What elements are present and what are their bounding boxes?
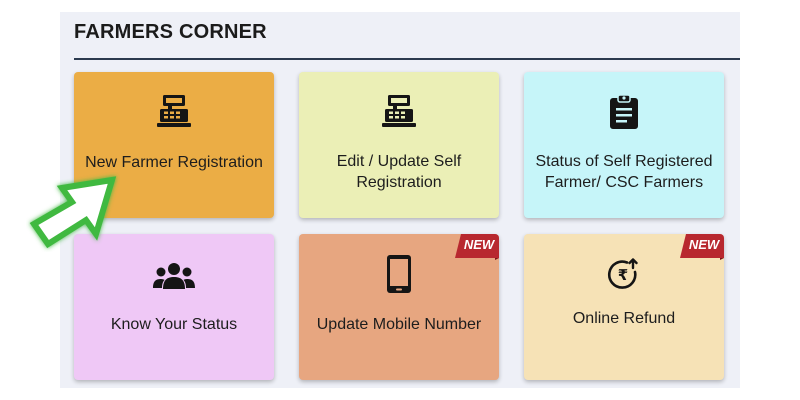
- tile-edit-update-self-registration[interactable]: Edit / Update Self Registration: [299, 72, 499, 218]
- new-badge-label: NEW: [688, 237, 720, 252]
- farmers-corner-panel: FARMERS CORNER New Farmer Registration E…: [60, 12, 740, 388]
- tile-label: Know Your Status: [110, 316, 238, 333]
- tile-status-self-registered[interactable]: Status of Self Registered Farmer/ CSC Fa…: [524, 72, 724, 218]
- users-icon: [74, 262, 274, 290]
- tile-label: Online Refund: [572, 310, 676, 327]
- section-header: FARMERS CORNER: [74, 20, 740, 60]
- tile-label: Status of Self Registered Farmer/ CSC Fa…: [535, 153, 713, 191]
- section-title: FARMERS CORNER: [74, 21, 267, 43]
- new-badge-label: NEW: [463, 237, 495, 252]
- tile-online-refund[interactable]: ₹ Online Refund NEW: [524, 234, 724, 380]
- new-badge: NEW: [455, 234, 499, 260]
- new-badge: NEW: [680, 234, 724, 260]
- tile-label: New Farmer Registration: [85, 154, 263, 171]
- cash-register-icon: [74, 94, 274, 128]
- tile-update-mobile-number[interactable]: Update Mobile Number NEW: [299, 234, 499, 380]
- tile-label: Edit / Update Self Registration: [336, 153, 462, 191]
- tile-label: Update Mobile Number: [316, 316, 482, 333]
- svg-text:₹: ₹: [618, 266, 628, 284]
- cash-register-icon: [299, 94, 499, 128]
- pointer-arrow-icon: [26, 172, 120, 252]
- tile-know-your-status[interactable]: Know Your Status: [74, 234, 274, 380]
- clipboard-icon: [524, 94, 724, 130]
- rupee-refund-icon: ₹: [524, 258, 724, 292]
